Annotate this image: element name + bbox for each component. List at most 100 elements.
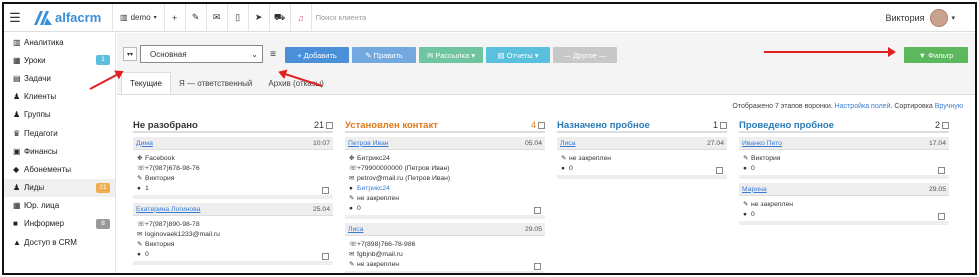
- other-button[interactable]: — Другое —: [553, 47, 617, 63]
- avatar: [930, 9, 949, 27]
- lead-card[interactable]: Лиса 29.05 ☏ +7(898)766-78-986 ✉ fgbjnb@mail.…: [345, 223, 545, 273]
- lessons-icon: ▦: [13, 55, 21, 65]
- lead-name-link[interactable]: Екатерина Логинова: [136, 206, 200, 213]
- card-field: ☏ +7(987)678-98-76: [137, 163, 329, 173]
- sidebar-item[interactable]: ▣ Финансы: [4, 142, 115, 160]
- building-icon: ▦: [13, 201, 21, 211]
- card-field: ✉ loginovaek1233@mail.ru: [137, 229, 329, 239]
- column-count: 1: [712, 120, 718, 130]
- tab-archive[interactable]: Архив (отказы): [260, 72, 331, 94]
- sidebar-item[interactable]: ♟ Группы: [4, 106, 115, 124]
- card-select-checkbox[interactable]: [322, 187, 329, 194]
- card-select-checkbox[interactable]: [322, 253, 329, 260]
- sidebar-item[interactable]: ■ Информер 8: [4, 215, 115, 233]
- sidebar-item-label: Лиды: [24, 183, 45, 193]
- search-input[interactable]: Поиск клиента: [316, 13, 367, 22]
- lead-name-link[interactable]: Петров Иван: [348, 140, 389, 147]
- sidebar-item[interactable]: ▦ Юр. лица: [4, 197, 115, 215]
- column-select-checkbox[interactable]: [538, 121, 545, 129]
- logo[interactable]: alfacrm: [34, 10, 112, 25]
- lead-name-link[interactable]: Лиса: [348, 226, 363, 233]
- reports-button[interactable]: ▤ Отчеты ▾: [486, 47, 550, 63]
- lead-name-link[interactable]: Дима: [136, 140, 153, 147]
- tab-current[interactable]: Текущие: [121, 72, 171, 94]
- cart-icon[interactable]: ⛟: [270, 4, 290, 32]
- column-select-checkbox[interactable]: [720, 121, 727, 129]
- lead-card[interactable]: Лиса 27.04 ✎ не закреплен ● 0: [557, 137, 727, 179]
- sidebar-item-label: Педагоги: [24, 128, 58, 138]
- add-button[interactable]: + Добавить: [285, 47, 349, 63]
- plus-icon[interactable]: +: [165, 4, 185, 32]
- card-date: 29.05: [928, 185, 946, 193]
- card-body: ✥ Битрикс24 ☏ +79900000000 (Петров Иван) ✉ pe…: [345, 150, 545, 215]
- card-select-checkbox[interactable]: [534, 263, 541, 270]
- bell-icon[interactable]: ♫: [291, 4, 311, 32]
- branch-selector[interactable]: ▥ demo ▾: [113, 4, 164, 32]
- caret-down-icon: ▾: [153, 15, 157, 21]
- annotation-arrow: [764, 47, 896, 57]
- card-field: ● 0: [561, 163, 723, 173]
- lead-name-link[interactable]: Марина: [742, 186, 767, 193]
- sidebar-item[interactable]: ♟ Клиенты: [4, 88, 115, 106]
- field-value: 0: [751, 164, 755, 172]
- lead-card[interactable]: Иванко Пето 17.04 ✎ Виктория ● 0: [739, 137, 949, 179]
- filter-toggle-icon[interactable]: ▾▾: [123, 47, 137, 61]
- lead-card[interactable]: Екатерина Логинова 25.04 ☏ +7(987)890-98-78…: [133, 203, 333, 265]
- telegram-icon[interactable]: ➤: [249, 4, 269, 32]
- sidebar-item[interactable]: ▥ Аналитика: [4, 33, 115, 51]
- logo-text: alfacrm: [55, 10, 102, 25]
- tab-responsible[interactable]: Я — ответственный: [171, 72, 260, 94]
- card-date: 17.04: [928, 139, 946, 147]
- card-field: ● 1: [137, 183, 329, 193]
- field-value: 0: [569, 164, 573, 172]
- lead-card[interactable]: Дима 10:07 ✥ Facebook ☏ +7(987)678-98-76 ✎ Викт…: [133, 137, 333, 199]
- fields-settings-link[interactable]: Настройка полей: [835, 103, 891, 110]
- card-select-checkbox[interactable]: [716, 167, 723, 174]
- field-icon: ✎: [137, 241, 143, 248]
- field-icon: ✉: [349, 251, 355, 258]
- lead-name-link[interactable]: Лиса: [560, 140, 575, 147]
- card-body: ✎ не закреплен ● 0: [739, 196, 949, 221]
- user-menu[interactable]: Виктория ▾: [885, 4, 955, 32]
- column-select-checkbox[interactable]: [326, 121, 333, 129]
- edit-button[interactable]: ✎ Править: [352, 47, 416, 63]
- sidebar-item[interactable]: ♟ Лиды 21: [4, 178, 115, 197]
- sidebar-item[interactable]: ▦ Уроки 1: [4, 51, 115, 69]
- card-body: ✎ не закреплен ● 0: [557, 150, 727, 175]
- hamburger-menu-icon[interactable]: ☰: [4, 4, 26, 32]
- column-title: Проведено пробное: [739, 119, 834, 131]
- sidebar-item[interactable]: ▲ Доступ в CRM: [4, 233, 115, 251]
- card-field: ☏ +7(898)766-78-986: [349, 239, 541, 249]
- mailing-button[interactable]: ✉ Рассылка ▾: [419, 47, 483, 63]
- field-icon: ✥: [137, 155, 143, 162]
- card-field: ✎ Виктория: [137, 239, 329, 249]
- wrench-icon[interactable]: ✎: [186, 4, 206, 32]
- field-value: Виктория: [751, 154, 781, 162]
- kanban-column: Не разобрано 21 Дима 10:07 ✥ Facebook ☏ +7(987)…: [133, 119, 333, 265]
- sidebar-item[interactable]: ♛ Педагоги: [4, 124, 115, 142]
- envelope-icon[interactable]: ✉: [207, 4, 227, 32]
- card-select-checkbox[interactable]: [534, 207, 541, 214]
- column-select-checkbox[interactable]: [942, 121, 949, 129]
- lead-card[interactable]: Марина 29.05 ✎ не закреплен ● 0: [739, 183, 949, 225]
- field-icon: ●: [743, 164, 747, 172]
- lead-card[interactable]: Петров Иван 05.04 ✥ Битрикс24 ☏ +79900000000 …: [345, 137, 545, 219]
- tabs: Текущие Я — ответственный Архив (отказы): [117, 72, 975, 95]
- lead-icon: ♟: [13, 183, 21, 193]
- sort-link[interactable]: Вручную: [935, 103, 963, 110]
- field-value: Виктория: [145, 240, 175, 248]
- sidebar-item-label: Клиенты: [24, 92, 57, 102]
- column-header: Назначено пробное 1: [557, 119, 727, 133]
- filter-button[interactable]: ▼ Фильтр: [904, 47, 968, 63]
- list-menu-icon[interactable]: ≡: [267, 46, 279, 62]
- phone-icon[interactable]: ▯: [228, 4, 248, 32]
- field-icon: ●: [349, 204, 353, 212]
- sidebar-item[interactable]: ◆ Абонементы: [4, 160, 115, 178]
- card-field: ● Битрикс24: [349, 183, 541, 193]
- card-select-checkbox[interactable]: [938, 213, 945, 220]
- tasks-icon: ▤: [13, 73, 21, 83]
- pipeline-select[interactable]: Основная ⌄: [140, 45, 263, 63]
- lead-name-link[interactable]: Иванко Пето: [742, 140, 782, 147]
- card-select-checkbox[interactable]: [938, 167, 945, 174]
- field-value: 0: [145, 250, 149, 258]
